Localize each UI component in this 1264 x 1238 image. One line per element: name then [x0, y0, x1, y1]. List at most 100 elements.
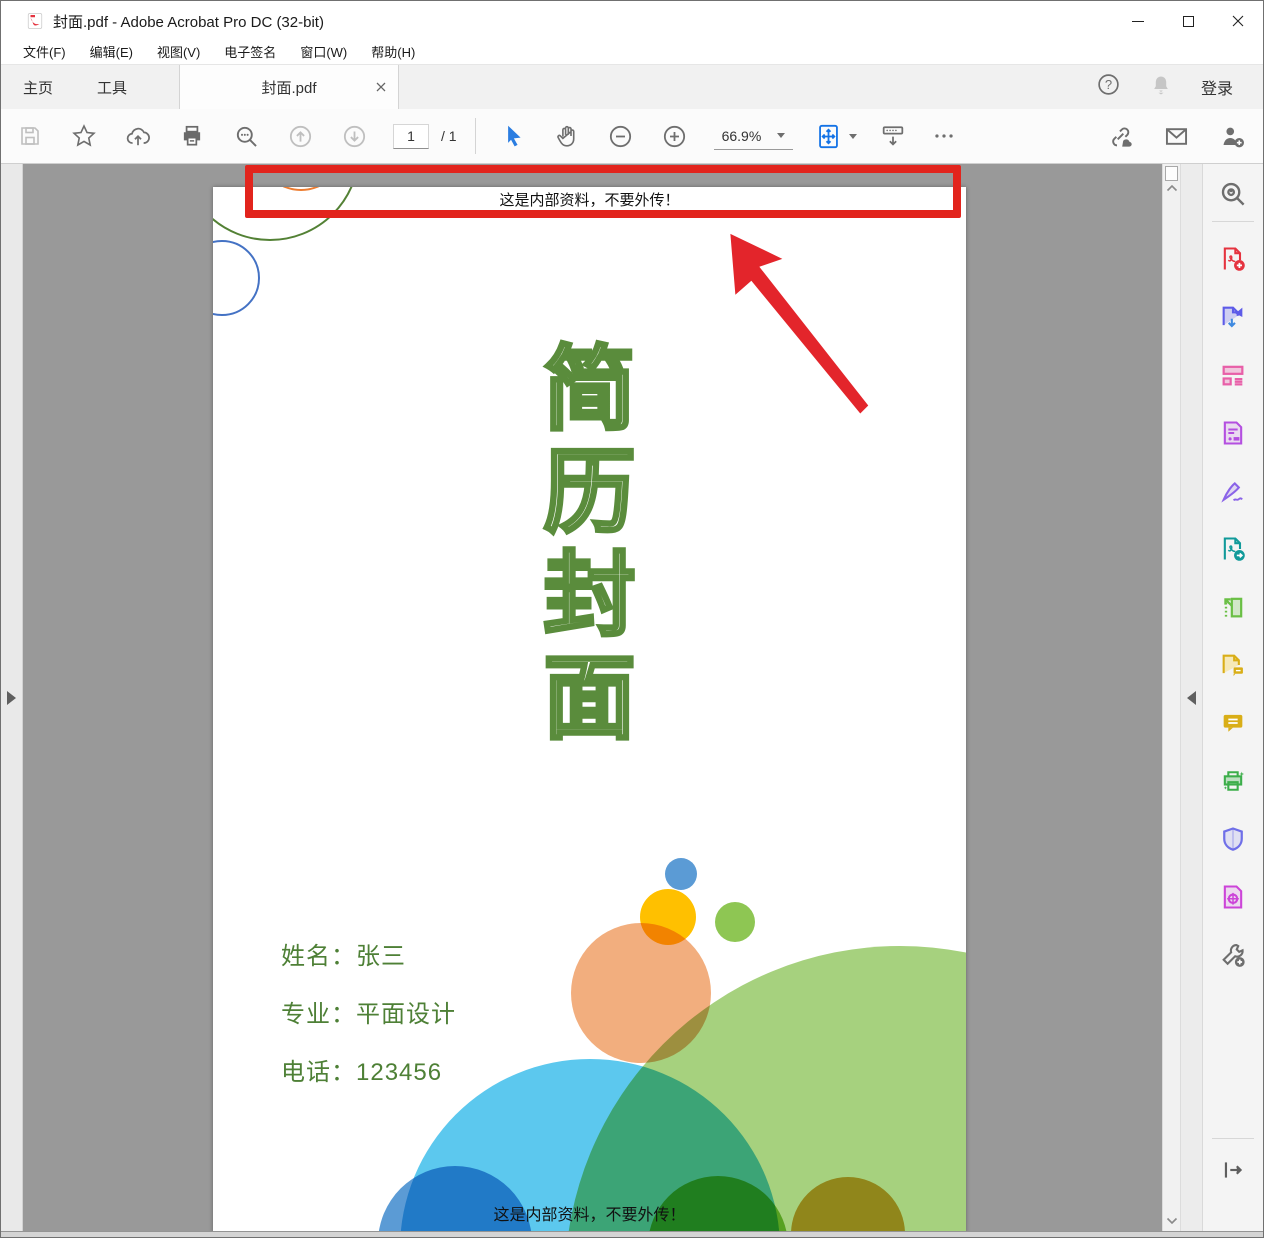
main-toolbar: 1 / 1 66.9%: [1, 109, 1263, 164]
rail-bottom-group: [1212, 1138, 1254, 1187]
minimize-icon: [1132, 21, 1144, 22]
tool-export-pdf-button[interactable]: [1216, 300, 1250, 334]
maximize-button[interactable]: [1163, 1, 1213, 41]
tool-print-production-button[interactable]: [1216, 764, 1250, 798]
info-name-value: 张三: [356, 943, 406, 970]
cover-title-char: 历: [213, 442, 966, 545]
save-button[interactable]: [15, 119, 45, 153]
select-tool-button[interactable]: [498, 119, 528, 153]
tab-home[interactable]: 主页: [1, 65, 75, 109]
cover-title: 简 历 封 面: [213, 339, 966, 751]
envelope-icon: [1163, 123, 1190, 150]
page-total-label: / 1: [441, 128, 457, 144]
zoom-level-control[interactable]: 66.9%: [714, 123, 794, 150]
protect-shield-icon: [1219, 825, 1247, 853]
info-major-label: 专业：: [281, 1001, 356, 1028]
tools-rail: [1202, 164, 1263, 1231]
toolbar-right-group: [1079, 119, 1263, 153]
tool-create-pdf-button[interactable]: [1216, 242, 1250, 276]
menu-view[interactable]: 视图(V): [145, 41, 212, 64]
zoom-in-icon: [661, 123, 688, 150]
info-phone-label: 电话：: [281, 1059, 356, 1086]
info-name-label: 姓名：: [281, 943, 356, 970]
tool-fill-sign-button[interactable]: [1216, 474, 1250, 508]
find-button[interactable]: [231, 119, 261, 153]
help-button[interactable]: ?: [1096, 72, 1121, 102]
notifications-button[interactable]: [1149, 73, 1173, 102]
tool-protect-button[interactable]: [1216, 822, 1250, 856]
tool-comment-doc-button[interactable]: [1216, 648, 1250, 682]
fit-page-icon: [815, 123, 842, 150]
menu-help[interactable]: 帮助(H): [359, 41, 427, 64]
window-controls: [1113, 1, 1263, 41]
zoom-in-button[interactable]: [660, 119, 690, 153]
tool-send-comments-button[interactable]: [1216, 532, 1250, 566]
left-panel-expand[interactable]: [1, 164, 23, 1231]
pdf-page: 这是内部资料，不要外传！ 简 历 封 面 姓名：张三 专业：平面设计 电话：12…: [213, 187, 966, 1231]
share-link-button[interactable]: [1105, 119, 1135, 153]
hand-icon: [554, 123, 580, 149]
scrollbar-thumb[interactable]: [1165, 166, 1178, 181]
more-options-button[interactable]: [929, 119, 959, 153]
menu-esign[interactable]: 电子签名: [212, 41, 288, 64]
zoom-out-button[interactable]: [606, 119, 636, 153]
fit-page-control[interactable]: [815, 123, 857, 150]
cover-title-char: 面: [213, 648, 966, 751]
menu-bar: 文件(F) 编辑(E) 视图(V) 电子签名 窗口(W) 帮助(H): [1, 41, 1263, 64]
email-button[interactable]: [1161, 119, 1191, 153]
tab-bar: 主页 工具 封面.pdf ? 登录: [1, 64, 1263, 109]
red-highlight-box: [245, 165, 961, 218]
zoom-level-value: 66.9%: [722, 128, 762, 144]
hand-tool-button[interactable]: [552, 119, 582, 153]
cover-title-char: 简: [213, 339, 966, 442]
next-page-button[interactable]: [339, 119, 369, 153]
vertical-scrollbar[interactable]: [1162, 164, 1180, 1231]
previous-page-button[interactable]: [285, 119, 315, 153]
favorite-button[interactable]: [69, 119, 99, 153]
page-up-icon: [287, 123, 314, 150]
info-name-row: 姓名：张三: [281, 936, 456, 962]
scan-ocr-icon: [1219, 593, 1247, 621]
menu-window[interactable]: 窗口(W): [288, 41, 359, 64]
pdf-standards-icon: [1219, 883, 1247, 911]
share-cloud-button[interactable]: [123, 119, 153, 153]
tool-scan-ocr-button[interactable]: [1216, 590, 1250, 624]
right-panel-collapse[interactable]: [1180, 164, 1202, 1231]
decor-circle-small-green: [715, 902, 755, 942]
close-button[interactable]: [1213, 1, 1263, 41]
create-pdf-icon: [1219, 245, 1247, 273]
tool-comment-button[interactable]: [1216, 706, 1250, 740]
print-button[interactable]: [177, 119, 207, 153]
toolbar-collapse-button[interactable]: [879, 122, 907, 150]
search-icon: [233, 123, 260, 150]
tab-document[interactable]: 封面.pdf: [179, 65, 399, 109]
scroll-down-icon[interactable]: [1166, 1217, 1177, 1224]
scroll-up-icon[interactable]: [1166, 185, 1177, 192]
menu-file[interactable]: 文件(F): [11, 41, 78, 64]
minimize-button[interactable]: [1113, 1, 1163, 41]
toolbar-divider: [475, 118, 476, 154]
save-icon: [18, 124, 42, 148]
open-tools-pane-button[interactable]: [1216, 1153, 1250, 1187]
info-phone-value: 123456: [356, 1059, 442, 1086]
tab-close-button[interactable]: [376, 82, 386, 92]
open-pane-arrow-icon: [1220, 1157, 1246, 1183]
sign-in-button[interactable]: 登录: [1201, 75, 1233, 99]
share-with-people-button[interactable]: [1217, 119, 1247, 153]
document-canvas[interactable]: 这是内部资料，不要外传！ 简 历 封 面 姓名：张三 专业：平面设计 电话：12…: [23, 164, 1162, 1231]
document-tab-label: 封面.pdf: [262, 77, 317, 98]
rail-divider: [1212, 221, 1254, 222]
redact-doc-icon: [1219, 419, 1247, 447]
page-number-input[interactable]: 1: [393, 124, 429, 149]
zoom-out-icon: [607, 123, 634, 150]
tab-tools[interactable]: 工具: [75, 65, 149, 109]
help-icon: ?: [1096, 72, 1121, 97]
tool-more-tools-button[interactable]: [1216, 938, 1250, 972]
tool-organize-pages-button[interactable]: [1216, 358, 1250, 392]
tool-search-button[interactable]: [1216, 177, 1250, 211]
menu-edit[interactable]: 编辑(E): [78, 41, 145, 64]
footer-notice-text: 这是内部资料，不要外传！: [213, 1201, 966, 1225]
tool-redact-button[interactable]: [1216, 416, 1250, 450]
tool-pdf-standards-button[interactable]: [1216, 880, 1250, 914]
tab-close-icon: [376, 82, 386, 92]
